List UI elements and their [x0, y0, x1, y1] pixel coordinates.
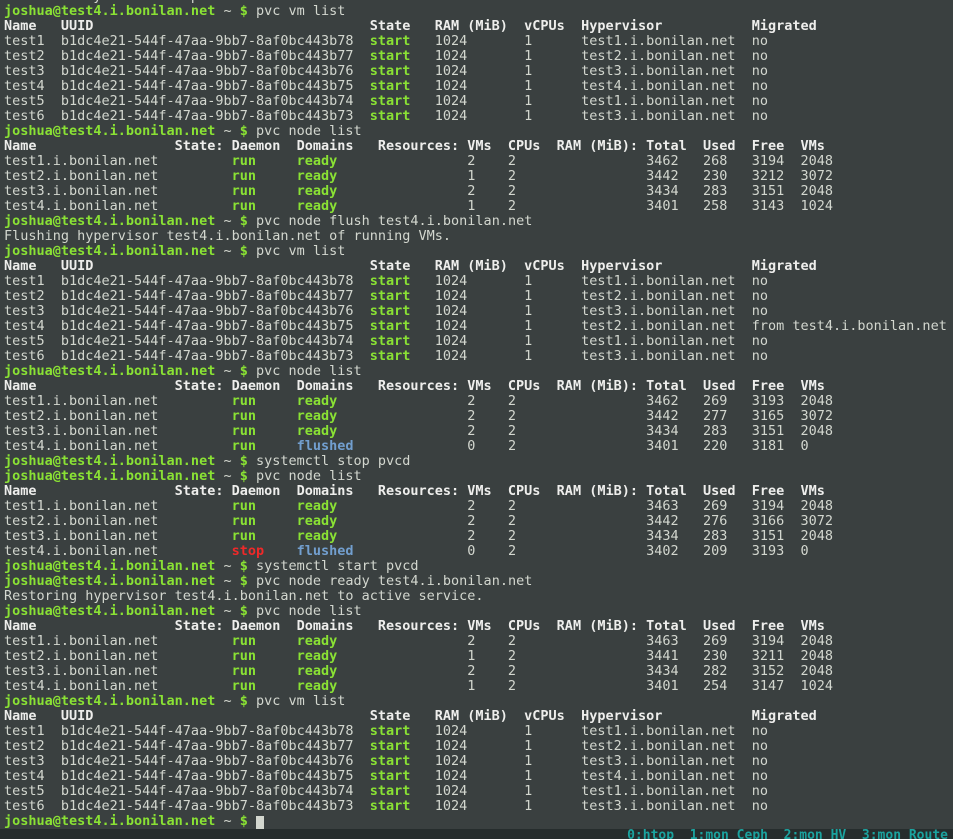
terminal-line: test2 b1dc4e21-544f-47aa-9bb7-8af0bc443b…: [4, 739, 953, 754]
terminal-line: test3.i.bonilan.net run ready 2 2 3434 2…: [4, 424, 953, 439]
terminal-line: joshua@test4.i.bonilan.net ~ $ systemctl…: [4, 559, 953, 574]
terminal-line: Flushing hypervisor test4.i.bonilan.net …: [4, 229, 953, 244]
terminal-line: test4.i.bonilan.net run ready 1 2 3401 2…: [4, 679, 953, 694]
terminal-line: Name UUID State RAM (MiB) vCPUs Hypervis…: [4, 259, 953, 274]
terminal-line: test1 b1dc4e21-544f-47aa-9bb7-8af0bc443b…: [4, 724, 953, 739]
terminal-line: test1.i.bonilan.net run ready 2 2 3462 2…: [4, 394, 953, 409]
terminal-line: test1 b1dc4e21-544f-47aa-9bb7-8af0bc443b…: [4, 274, 953, 289]
terminal-line: Restoring hypervisor test4.i.bonilan.net…: [4, 589, 953, 604]
tmux-window-list: 0:htop 1:mon Ceph 2:mon HV 3:mon Route: [0, 829, 953, 839]
terminal-line: test6 b1dc4e21-544f-47aa-9bb7-8af0bc443b…: [4, 109, 953, 124]
terminal-line: test6 b1dc4e21-544f-47aa-9bb7-8af0bc443b…: [4, 799, 953, 814]
terminal-line: test2 b1dc4e21-544f-47aa-9bb7-8af0bc443b…: [4, 49, 953, 64]
terminal[interactable]: y i pjoshua@test4.i.bonilan.net ~ $ pvc …: [0, 0, 953, 839]
terminal-line: test1.i.bonilan.net run ready 2 2 3463 2…: [4, 499, 953, 514]
terminal-line: test3.i.bonilan.net run ready 2 2 3434 2…: [4, 184, 953, 199]
terminal-line: test1.i.bonilan.net run ready 2 2 3462 2…: [4, 154, 953, 169]
terminal-line: test2.i.bonilan.net run ready 2 2 3442 2…: [4, 514, 953, 529]
terminal-line: test4 b1dc4e21-544f-47aa-9bb7-8af0bc443b…: [4, 79, 953, 94]
terminal-line: test3 b1dc4e21-544f-47aa-9bb7-8af0bc443b…: [4, 304, 953, 319]
terminal-line: joshua@test4.i.bonilan.net ~ $ pvc vm li…: [4, 694, 953, 709]
terminal-line: test6 b1dc4e21-544f-47aa-9bb7-8af0bc443b…: [4, 349, 953, 364]
terminal-line: joshua@test4.i.bonilan.net ~ $ pvc node …: [4, 214, 953, 229]
terminal-line: test3.i.bonilan.net run ready 2 2 3434 2…: [4, 664, 953, 679]
terminal-line: test1 b1dc4e21-544f-47aa-9bb7-8af0bc443b…: [4, 34, 953, 49]
terminal-line: test5 b1dc4e21-544f-47aa-9bb7-8af0bc443b…: [4, 94, 953, 109]
terminal-line: Name State: Daemon Domains Resources: VM…: [4, 484, 953, 499]
terminal-line: joshua@test4.i.bonilan.net ~ $ pvc node …: [4, 469, 953, 484]
terminal-line: Name State: Daemon Domains Resources: VM…: [4, 379, 953, 394]
terminal-line: joshua@test4.i.bonilan.net ~ $: [4, 814, 953, 829]
terminal-line: Name UUID State RAM (MiB) vCPUs Hypervis…: [4, 19, 953, 34]
terminal-line: joshua@test4.i.bonilan.net ~ $ pvc node …: [4, 124, 953, 139]
terminal-line: test4 b1dc4e21-544f-47aa-9bb7-8af0bc443b…: [4, 319, 953, 334]
terminal-line: test4.i.bonilan.net run ready 1 2 3401 2…: [4, 199, 953, 214]
terminal-line: joshua@test4.i.bonilan.net ~ $ systemctl…: [4, 454, 953, 469]
terminal-line: test4.i.bonilan.net run flushed 0 2 3401…: [4, 439, 953, 454]
terminal-line: Name State: Daemon Domains Resources: VM…: [4, 619, 953, 634]
terminal-line: joshua@test4.i.bonilan.net ~ $ pvc vm li…: [4, 4, 953, 19]
terminal-output: y i pjoshua@test4.i.bonilan.net ~ $ pvc …: [4, 0, 953, 829]
terminal-cursor: [256, 816, 264, 829]
terminal-line: test5 b1dc4e21-544f-47aa-9bb7-8af0bc443b…: [4, 784, 953, 799]
terminal-line: joshua@test4.i.bonilan.net ~ $ pvc vm li…: [4, 244, 953, 259]
terminal-line: test2.i.bonilan.net run ready 2 2 3442 2…: [4, 409, 953, 424]
terminal-line: Name UUID State RAM (MiB) vCPUs Hypervis…: [4, 709, 953, 724]
terminal-line: test5 b1dc4e21-544f-47aa-9bb7-8af0bc443b…: [4, 334, 953, 349]
terminal-line: test3.i.bonilan.net run ready 2 2 3434 2…: [4, 529, 953, 544]
terminal-line: test4 b1dc4e21-544f-47aa-9bb7-8af0bc443b…: [4, 769, 953, 784]
terminal-line: Name State: Daemon Domains Resources: VM…: [4, 139, 953, 154]
terminal-line: test1.i.bonilan.net run ready 2 2 3463 2…: [4, 634, 953, 649]
terminal-line: test2 b1dc4e21-544f-47aa-9bb7-8af0bc443b…: [4, 289, 953, 304]
terminal-line: test3 b1dc4e21-544f-47aa-9bb7-8af0bc443b…: [4, 64, 953, 79]
terminal-line: test2.i.bonilan.net run ready 1 2 3442 2…: [4, 169, 953, 184]
terminal-line: joshua@test4.i.bonilan.net ~ $ pvc node …: [4, 604, 953, 619]
terminal-line: joshua@test4.i.bonilan.net ~ $ pvc node …: [4, 364, 953, 379]
terminal-line: test2.i.bonilan.net run ready 1 2 3441 2…: [4, 649, 953, 664]
terminal-line: test3 b1dc4e21-544f-47aa-9bb7-8af0bc443b…: [4, 754, 953, 769]
terminal-line: joshua@test4.i.bonilan.net ~ $ pvc node …: [4, 574, 953, 589]
tmux-status-bar: 0:htop 1:mon Ceph 2:mon HV 3:mon Route: [0, 829, 953, 839]
terminal-line: test4.i.bonilan.net stop flushed 0 2 340…: [4, 544, 953, 559]
